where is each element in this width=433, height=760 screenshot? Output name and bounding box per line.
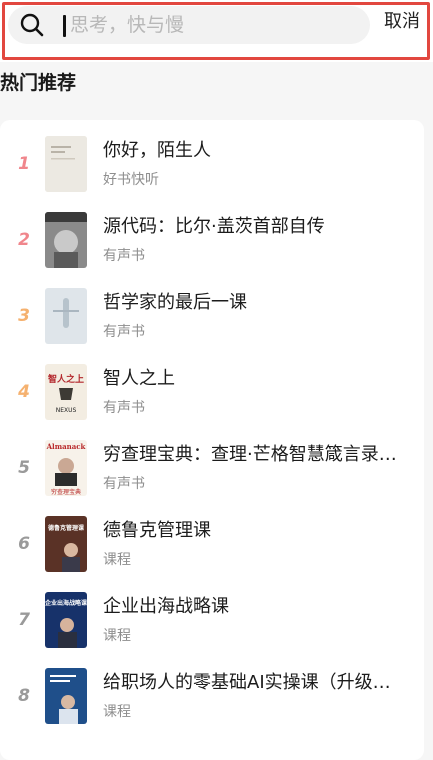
section-title: 热门推荐 xyxy=(0,72,77,94)
item-subtitle: 有声书 xyxy=(103,400,145,416)
list-item[interactable]: 8 给职场人的零基础AI实操课（升级版… 课程 xyxy=(0,668,424,744)
rank-number: 3 xyxy=(18,306,30,326)
rank-number: 2 xyxy=(18,230,30,250)
book-cover xyxy=(45,212,87,268)
list-item[interactable]: 7 企业出海战略课 企业出海战略课 课程 xyxy=(0,592,424,668)
rank-number: 5 xyxy=(18,458,30,478)
item-title: 你好，陌生人 xyxy=(103,140,211,161)
item-subtitle: 课程 xyxy=(103,552,131,568)
top-bar: 思考，快与慢 取消 xyxy=(0,0,433,62)
rank-number: 6 xyxy=(18,534,30,554)
cover-title: Almanack xyxy=(46,442,86,451)
book-cover xyxy=(45,136,87,192)
rank-number: 8 xyxy=(18,686,30,706)
rank-number: 7 xyxy=(18,610,30,630)
list-item[interactable]: 1 你好，陌生人 好书快听 xyxy=(0,136,424,212)
item-subtitle: 课程 xyxy=(103,628,131,644)
hot-list-card: 1 你好，陌生人 好书快听 2 源代码：比尔·盖茨首部自传 有声书 3 哲学家的… xyxy=(0,120,424,760)
cover-title: 德鲁克管理课 xyxy=(47,524,85,532)
item-title: 给职场人的零基础AI实操课（升级版… xyxy=(103,672,403,693)
rank-number: 4 xyxy=(18,382,30,402)
book-cover: 智人之上 NEXUS xyxy=(45,364,87,420)
item-title: 穷查理宝典：查理·芒格智慧箴言录… xyxy=(103,444,397,465)
book-cover: Almanack 穷查理宝典 xyxy=(45,440,87,496)
list-item[interactable]: 3 哲学家的最后一课 有声书 xyxy=(0,288,424,364)
item-title: 智人之上 xyxy=(103,368,175,389)
item-subtitle: 课程 xyxy=(103,704,131,720)
item-subtitle: 好书快听 xyxy=(103,172,159,188)
cover-title: 企业出海战略课 xyxy=(45,599,87,607)
item-title: 德鲁克管理课 xyxy=(103,520,211,541)
book-cover: 企业出海战略课 xyxy=(45,592,87,648)
item-title: 源代码：比尔·盖茨首部自传 xyxy=(103,216,325,237)
cover-subtitle: 穷查理宝典 xyxy=(51,488,81,496)
search-highlight-frame xyxy=(2,2,430,60)
cover-title: 智人之上 xyxy=(48,373,84,385)
item-subtitle: 有声书 xyxy=(103,476,145,492)
rank-number: 1 xyxy=(18,154,30,174)
cover-subtitle: NEXUS xyxy=(56,407,77,414)
book-cover xyxy=(45,668,87,724)
item-title: 哲学家的最后一课 xyxy=(103,292,247,313)
item-subtitle: 有声书 xyxy=(103,248,145,264)
list-item[interactable]: 4 智人之上 NEXUS 智人之上 有声书 xyxy=(0,364,424,440)
item-title: 企业出海战略课 xyxy=(103,596,229,617)
item-subtitle: 有声书 xyxy=(103,324,145,340)
list-item[interactable]: 5 Almanack 穷查理宝典 穷查理宝典：查理·芒格智慧箴言录… 有声书 xyxy=(0,440,424,516)
book-cover xyxy=(45,288,87,344)
list-item[interactable]: 2 源代码：比尔·盖茨首部自传 有声书 xyxy=(0,212,424,288)
list-item[interactable]: 6 德鲁克管理课 德鲁克管理课 课程 xyxy=(0,516,424,592)
book-cover: 德鲁克管理课 xyxy=(45,516,87,572)
